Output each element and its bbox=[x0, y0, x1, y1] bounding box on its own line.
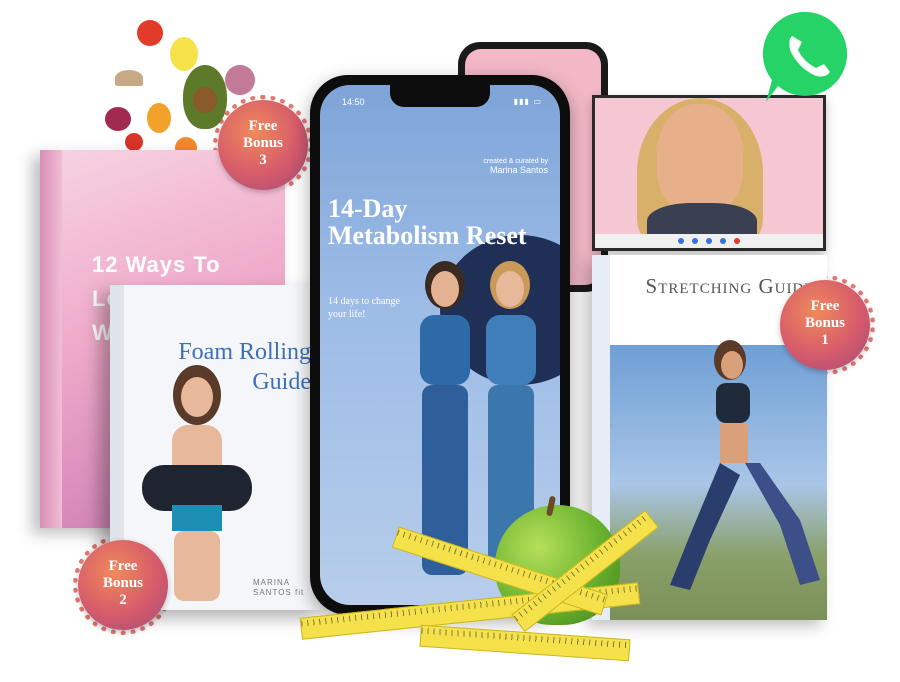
creator-credit: created & curated by Marina Santos bbox=[483, 157, 548, 176]
badge-1-line3: 1 bbox=[821, 332, 829, 348]
badge-3-line1: Free bbox=[248, 118, 278, 134]
end-call-icon[interactable] bbox=[734, 238, 740, 244]
chat-icon[interactable] bbox=[720, 238, 726, 244]
video-call-window bbox=[592, 95, 826, 251]
phone-notch bbox=[390, 85, 490, 107]
badge-3-line2: Bonus bbox=[242, 135, 284, 151]
pepper bbox=[147, 103, 171, 133]
badge-2-line1: Free bbox=[108, 558, 138, 574]
screen-share-icon[interactable] bbox=[706, 238, 712, 244]
onion bbox=[225, 65, 255, 95]
free-bonus-3-badge: Free Bonus 3 bbox=[213, 95, 313, 195]
free-bonus-2-badge: Free Bonus 2 bbox=[73, 535, 173, 635]
whatsapp-icon[interactable] bbox=[758, 6, 858, 106]
stretch-model-illustration bbox=[670, 340, 820, 590]
signal-battery-icon: ▮▮▮ ▭ bbox=[513, 97, 542, 106]
mic-icon[interactable] bbox=[678, 238, 684, 244]
call-controls bbox=[595, 234, 823, 248]
badge-2-line2: Bonus bbox=[102, 575, 144, 591]
pink-ebook-spine bbox=[40, 150, 62, 528]
stretch-ebook-spine: Stretching Guide bbox=[597, 385, 613, 481]
grape-cluster bbox=[105, 107, 131, 131]
foam-ebook-brand: MARINA SANTOS fit bbox=[253, 578, 305, 597]
coach-face bbox=[657, 104, 743, 214]
badge-1-line1: Free bbox=[810, 298, 840, 314]
creator-name: Marina Santos bbox=[489, 165, 548, 175]
badge-1-line2: Bonus bbox=[804, 315, 846, 331]
lemon bbox=[170, 37, 198, 71]
program-title: 14-Day Metabolism Reset bbox=[328, 194, 527, 250]
small-tomato bbox=[125, 133, 143, 151]
status-time: 14:50 bbox=[342, 97, 365, 107]
avocado-pit bbox=[193, 87, 217, 113]
free-bonus-1-badge: Free Bonus 1 bbox=[775, 275, 875, 375]
mushroom bbox=[115, 70, 143, 86]
badge-3-line3: 3 bbox=[259, 152, 267, 168]
badge-2-line3: 2 bbox=[119, 592, 127, 608]
camera-icon[interactable] bbox=[692, 238, 698, 244]
tomato bbox=[137, 20, 163, 46]
